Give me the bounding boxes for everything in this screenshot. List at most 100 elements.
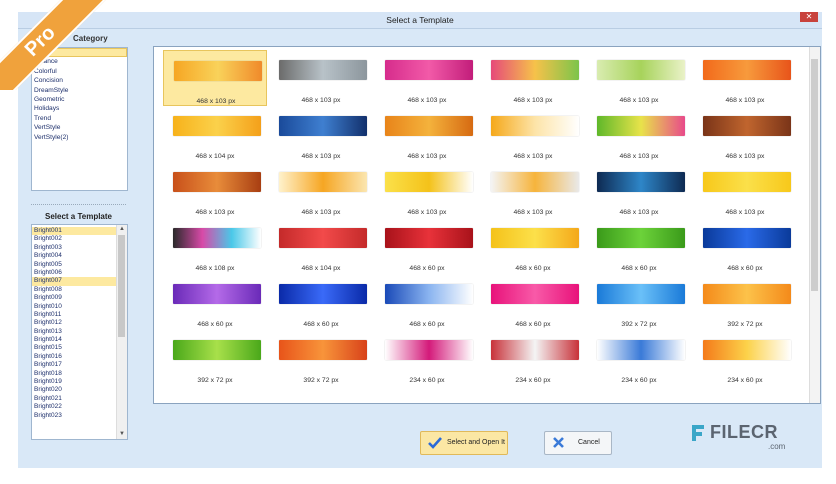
template-thumbnail[interactable]: 234 x 60 px	[587, 330, 691, 386]
template-list[interactable]: Bright001 Bright002 Bright003 Bright004 Brig…	[31, 224, 128, 440]
template-thumbnail[interactable]: 468 x 104 px	[163, 106, 267, 162]
template-thumbnail[interactable]: 234 x 60 px	[693, 330, 797, 386]
template-list-item[interactable]: Bright011	[32, 311, 116, 319]
template-thumbnail[interactable]: 468 x 103 px	[269, 106, 373, 162]
template-thumbnail[interactable]: 392 x 72 px	[163, 330, 267, 386]
gallery-scrollbar[interactable]	[809, 47, 820, 403]
template-thumbnail[interactable]: 234 x 60 px	[481, 330, 585, 386]
category-item[interactable]: Balance	[32, 57, 127, 66]
banner-preview	[173, 340, 261, 360]
banner-preview	[385, 60, 473, 80]
template-thumbnail[interactable]: 234 x 60 px	[375, 330, 479, 386]
banner-preview	[279, 284, 367, 304]
cancel-button[interactable]: Cancel	[544, 431, 612, 455]
template-list-item[interactable]: Bright013	[32, 328, 116, 336]
template-list-item[interactable]: Bright008	[32, 286, 116, 294]
template-list-item[interactable]: Bright020	[32, 386, 116, 394]
category-item[interactable]: Holidays	[32, 104, 127, 113]
close-button[interactable]: ✕	[800, 12, 818, 22]
gallery-scrollbar-thumb[interactable]	[811, 59, 818, 291]
template-thumbnail[interactable]: 468 x 108 px	[163, 218, 267, 274]
banner-preview	[279, 340, 367, 360]
banner-preview	[703, 60, 791, 80]
template-thumbnail[interactable]: 468 x 103 px	[375, 162, 479, 218]
select-and-open-button[interactable]: Select and Open It	[420, 431, 508, 455]
template-thumbnail[interactable]: 468 x 60 px	[375, 218, 479, 274]
template-list-scrollbar[interactable]: ▲ ▼	[116, 225, 127, 439]
template-list-item[interactable]: Bright021	[32, 395, 116, 403]
template-list-item[interactable]: Bright012	[32, 319, 116, 327]
template-thumbnail[interactable]: 468 x 103 px	[587, 106, 691, 162]
template-thumbnail[interactable]: 468 x 103 px	[693, 50, 797, 106]
template-thumbnail[interactable]: 468 x 103 px	[269, 50, 373, 106]
banner-preview	[491, 284, 579, 304]
template-thumbnail[interactable]: 468 x 103 px	[163, 162, 267, 218]
banner-preview	[173, 172, 261, 192]
banner-preview	[174, 61, 262, 81]
template-thumbnail[interactable]: 392 x 72 px	[693, 274, 797, 330]
category-item[interactable]: VertStyle	[32, 123, 127, 132]
category-item[interactable]: Geometric	[32, 95, 127, 104]
category-item[interactable]: DreamStyle	[32, 86, 127, 95]
template-thumbnail[interactable]: 468 x 103 px	[481, 106, 585, 162]
template-thumbnail[interactable]: 468 x 60 px	[481, 218, 585, 274]
template-thumbnail[interactable]: 468 x 104 px	[269, 218, 373, 274]
template-thumbnail[interactable]: 468 x 60 px	[693, 218, 797, 274]
category-item[interactable]	[32, 48, 127, 58]
template-list-item[interactable]: Bright016	[32, 353, 116, 361]
template-list-item[interactable]: Bright010	[32, 303, 116, 311]
template-thumbnail[interactable]: 468 x 60 px	[375, 274, 479, 330]
template-size-label: 234 x 60 px	[727, 377, 763, 384]
template-list-item[interactable]: Bright005	[32, 261, 116, 269]
scroll-up-icon[interactable]: ▲	[117, 225, 127, 234]
category-item[interactable]: Trend	[32, 114, 127, 123]
template-list-item[interactable]: Bright017	[32, 361, 116, 369]
banner-preview	[279, 60, 367, 80]
scrollbar-thumb[interactable]	[118, 235, 125, 337]
template-list-item[interactable]: Bright001	[32, 227, 116, 236]
template-thumbnail[interactable]: 468 x 60 px	[269, 274, 373, 330]
template-list-item[interactable]: Bright006	[32, 269, 116, 277]
template-thumbnail[interactable]: 468 x 103 px	[481, 162, 585, 218]
template-list-item[interactable]: Bright018	[32, 370, 116, 378]
template-thumbnail[interactable]: 468 x 103 px	[587, 50, 691, 106]
category-item[interactable]: Concision	[32, 76, 127, 85]
template-thumbnail[interactable]: 468 x 103 px	[375, 106, 479, 162]
banner-preview	[703, 284, 791, 304]
banner-preview	[491, 172, 579, 192]
template-thumbnail[interactable]: 468 x 60 px	[481, 274, 585, 330]
banner-preview	[597, 228, 685, 248]
category-item[interactable]: Colorful	[32, 67, 127, 76]
template-list-item[interactable]: Bright002	[32, 235, 116, 243]
template-thumbnail[interactable]: 468 x 103 px	[163, 50, 267, 106]
template-size-label: 468 x 103 px	[407, 97, 447, 104]
template-list-item[interactable]: Bright004	[32, 252, 116, 260]
cancel-label: Cancel	[578, 439, 600, 446]
template-thumbnail[interactable]: 468 x 103 px	[587, 162, 691, 218]
template-thumbnail[interactable]: 468 x 60 px	[587, 218, 691, 274]
template-list-item[interactable]: Bright019	[32, 378, 116, 386]
template-list-item[interactable]: Bright007	[32, 277, 116, 286]
template-thumbnail[interactable]: 468 x 103 px	[693, 162, 797, 218]
template-list-item[interactable]: Bright023	[32, 412, 116, 420]
banner-preview	[173, 284, 261, 304]
template-list-item[interactable]: Bright003	[32, 244, 116, 252]
template-thumbnail[interactable]: 468 x 103 px	[693, 106, 797, 162]
category-item[interactable]: VertStyle(2)	[32, 133, 127, 142]
template-list-item[interactable]: Bright014	[32, 336, 116, 344]
template-list-item[interactable]: Bright009	[32, 294, 116, 302]
template-thumbnail[interactable]: 392 x 72 px	[587, 274, 691, 330]
category-label: Category	[73, 34, 108, 43]
template-thumbnail[interactable]: 468 x 103 px	[481, 50, 585, 106]
template-thumbnail[interactable]: 392 x 72 px	[269, 330, 373, 386]
template-list-item[interactable]: Bright022	[32, 403, 116, 411]
template-size-label: 392 x 72 px	[303, 377, 339, 384]
template-size-label: 234 x 60 px	[515, 377, 551, 384]
template-list-item[interactable]: Bright015	[32, 344, 116, 352]
scroll-down-icon[interactable]: ▼	[117, 430, 127, 439]
template-thumbnail[interactable]: 468 x 103 px	[269, 162, 373, 218]
category-list[interactable]: Balance Colorful Concision DreamStyle Geomet…	[31, 47, 128, 191]
template-thumbnail[interactable]: 468 x 103 px	[375, 50, 479, 106]
banner-preview	[703, 116, 791, 136]
template-thumbnail[interactable]: 468 x 60 px	[163, 274, 267, 330]
